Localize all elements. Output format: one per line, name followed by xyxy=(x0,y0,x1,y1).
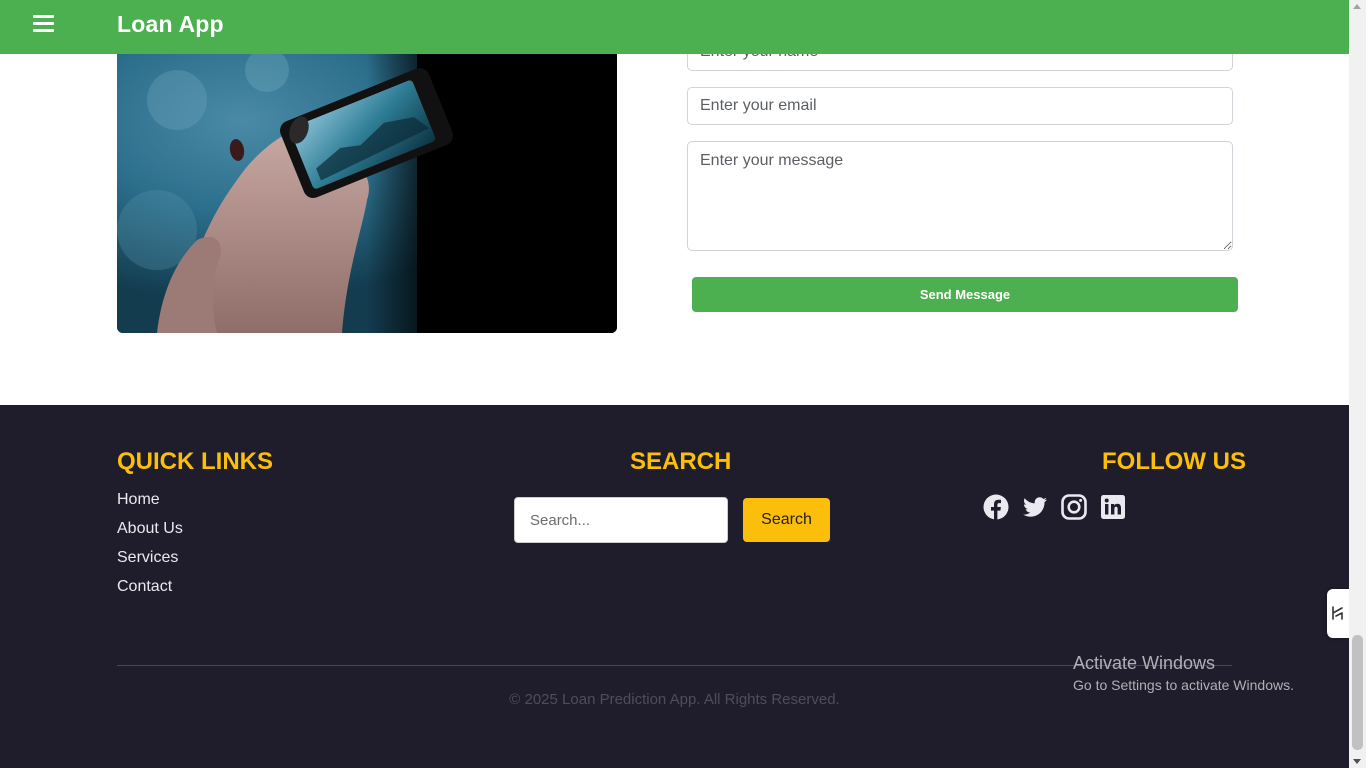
instagram-icon[interactable] xyxy=(1061,494,1087,520)
brand-title[interactable]: Loan App xyxy=(117,11,224,38)
facebook-icon[interactable] xyxy=(983,494,1009,520)
scroll-up-arrow-icon[interactable] xyxy=(1353,4,1361,9)
watermark-title: Activate Windows xyxy=(1073,653,1216,673)
side-widget-tab[interactable] xyxy=(1327,589,1349,638)
quick-links-heading: QUICK LINKS xyxy=(117,448,273,475)
quick-link-about-us[interactable]: About Us xyxy=(117,520,183,537)
vertical-scrollbar[interactable] xyxy=(1349,0,1366,768)
send-message-button[interactable]: Send Message xyxy=(692,277,1238,312)
list-item: Services xyxy=(117,549,183,578)
widget-icon xyxy=(1332,606,1343,620)
quick-link-home[interactable]: Home xyxy=(117,491,160,508)
quick-link-contact[interactable]: Contact xyxy=(117,578,172,595)
message-field[interactable] xyxy=(687,141,1233,251)
twitter-icon[interactable] xyxy=(1022,494,1048,520)
search-heading: SEARCH xyxy=(630,448,732,475)
footer-divider xyxy=(117,665,1232,666)
windows-activation-watermark: Activate Windows Go to Settings to activ… xyxy=(1073,652,1294,696)
contact-image xyxy=(117,30,617,333)
search-button[interactable]: Search xyxy=(743,498,830,542)
hamburger-menu-icon[interactable] xyxy=(33,13,55,33)
top-navbar: Loan App xyxy=(0,0,1349,54)
follow-us-heading: FOLLOW US xyxy=(1102,448,1246,475)
email-field[interactable] xyxy=(687,87,1233,125)
quick-links-list: Home About Us Services Contact xyxy=(117,491,183,607)
list-item: Contact xyxy=(117,578,183,607)
footer: QUICK LINKS Home About Us Services Conta… xyxy=(0,405,1349,768)
watermark-subtitle: Go to Settings to activate Windows. xyxy=(1073,677,1294,693)
scrollbar-thumb[interactable] xyxy=(1352,635,1363,750)
search-input[interactable] xyxy=(514,497,728,543)
list-item: Home xyxy=(117,491,183,520)
quick-link-services[interactable]: Services xyxy=(117,549,178,566)
linkedin-icon[interactable] xyxy=(1100,494,1126,520)
list-item: About Us xyxy=(117,520,183,549)
scroll-down-arrow-icon[interactable] xyxy=(1353,759,1361,764)
